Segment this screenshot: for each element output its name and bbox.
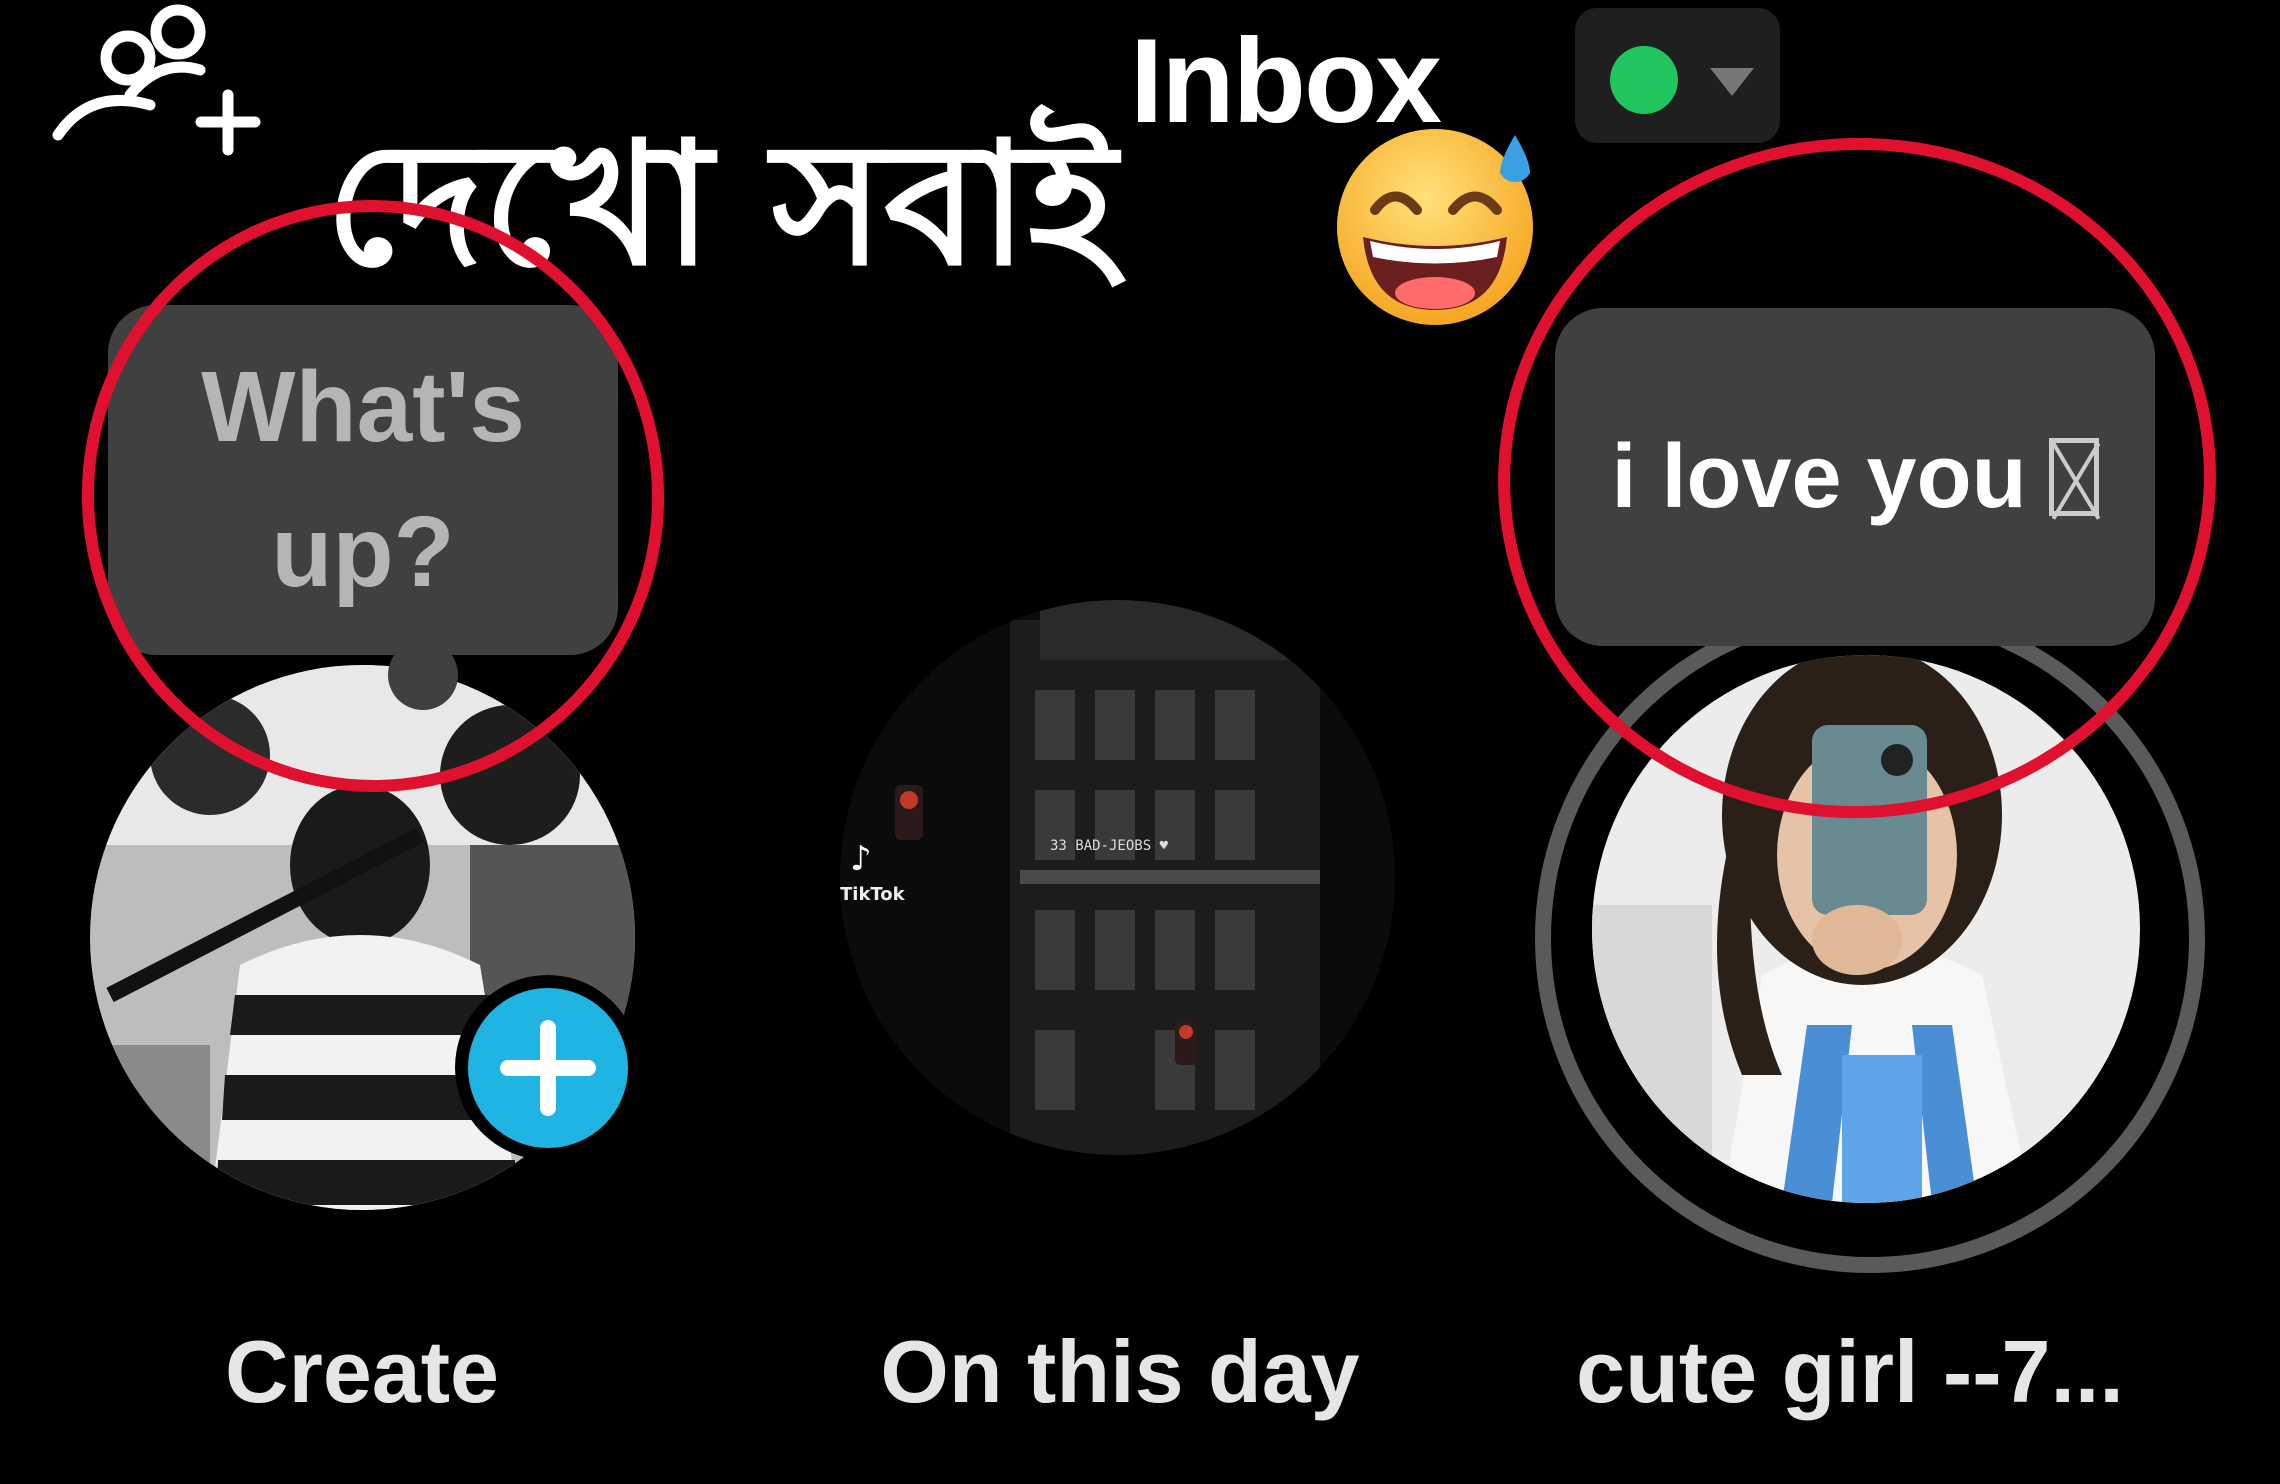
story-label-on-this-day[interactable]: On this day bbox=[840, 1328, 1400, 1416]
svg-text:33 BAD-JEOBS ♥: 33 BAD-JEOBS ♥ bbox=[1050, 838, 1169, 854]
status-selector[interactable] bbox=[1575, 8, 1780, 143]
svg-text:♪: ♪ bbox=[850, 839, 872, 879]
add-story-button[interactable] bbox=[468, 988, 628, 1148]
story-label-create[interactable]: Create bbox=[82, 1328, 642, 1416]
tiktok-watermark: TikTok bbox=[840, 884, 906, 905]
grinning-face-with-sweat-icon bbox=[1325, 115, 1545, 335]
memory-thumbnail[interactable]: 33 BAD-JEOBS ♥ ♪ TikTok bbox=[840, 600, 1395, 1155]
online-status-dot bbox=[1610, 46, 1678, 114]
story-label-friend[interactable]: cute girl --7... bbox=[1570, 1328, 2130, 1416]
chevron-down-icon bbox=[1710, 68, 1754, 96]
plus-icon bbox=[500, 1020, 596, 1116]
add-friends-icon[interactable] bbox=[50, 0, 270, 160]
